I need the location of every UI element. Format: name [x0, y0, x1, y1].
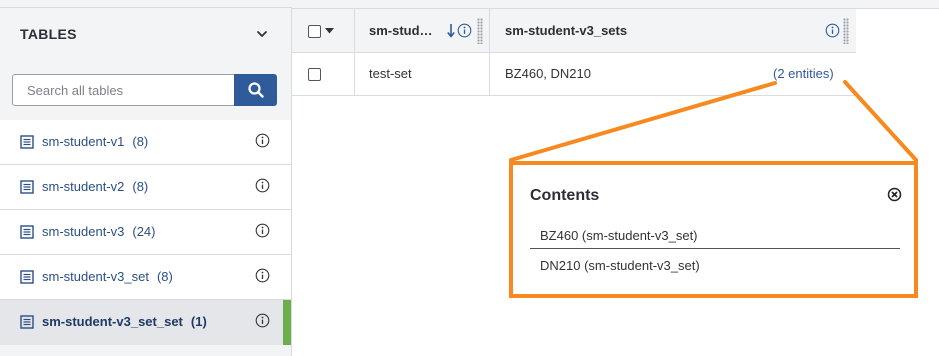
- table-count: (8): [156, 269, 173, 284]
- table-name: sm-student-v1: [42, 134, 125, 149]
- row-select-cell: [292, 53, 355, 95]
- info-icon[interactable]: [255, 268, 270, 283]
- sort-down-arrow-icon[interactable]: [447, 23, 455, 38]
- info-icon[interactable]: [255, 223, 270, 238]
- search-button[interactable]: [234, 74, 277, 106]
- tables-sidebar: TABLES sm-student-v1 (8): [0, 0, 292, 356]
- table-item-label: sm-student-v3_set_set (1): [42, 314, 207, 329]
- sidebar-header[interactable]: TABLES: [0, 8, 291, 60]
- info-icon[interactable]: [825, 23, 840, 38]
- select-all-column: [292, 9, 355, 53]
- sets-cell: BZ460, DN210 (2 entities): [490, 53, 856, 95]
- entities-link[interactable]: (2 entities): [773, 66, 834, 81]
- table-item-label: sm-student-v3 (24): [42, 224, 156, 239]
- caret-down-icon[interactable]: [325, 28, 334, 34]
- popup-list-item: BZ460 (sm-student-v3_set): [530, 221, 900, 249]
- table-icon: [20, 225, 34, 239]
- table-count: (8): [132, 179, 149, 194]
- select-all-checkbox[interactable]: [308, 25, 321, 38]
- table-item-label: sm-student-v1 (8): [42, 134, 148, 149]
- table-header: sm-stud… sm-student-v3_sets: [292, 9, 856, 53]
- table-name: sm-student-v3_set: [42, 269, 149, 284]
- table-name: sm-student-v3_set_set: [42, 314, 183, 329]
- info-icon[interactable]: [457, 23, 472, 38]
- column-header-label: sm-student-v3_sets: [505, 23, 628, 38]
- cell-value: BZ460, DN210: [505, 66, 591, 81]
- sidebar-title: TABLES: [20, 26, 77, 42]
- column-header[interactable]: sm-stud…: [355, 9, 490, 53]
- table-count: (24): [132, 224, 156, 239]
- close-circle-icon[interactable]: [887, 187, 902, 202]
- info-icon[interactable]: [255, 133, 270, 148]
- contents-popup: Contents BZ460 (sm-student-v3_set) DN210…: [509, 161, 918, 298]
- table-name: sm-student-v3: [42, 224, 125, 239]
- table-row[interactable]: test-set BZ460, DN210 (2 entities): [292, 53, 856, 96]
- search-input[interactable]: [12, 74, 235, 106]
- column-grip-icon[interactable]: [843, 18, 849, 44]
- column-header[interactable]: sm-student-v3_sets: [490, 9, 856, 53]
- table-item-active[interactable]: sm-student-v3_set_set (1): [0, 300, 291, 345]
- info-icon[interactable]: [255, 178, 270, 193]
- table-item-label: sm-student-v3_set (8): [42, 269, 173, 284]
- table-name: sm-student-v2: [42, 179, 125, 194]
- table-item-label: sm-student-v2 (8): [42, 179, 148, 194]
- column-grip-icon[interactable]: [477, 18, 483, 44]
- row-checkbox[interactable]: [308, 68, 321, 81]
- table-item[interactable]: sm-student-v2 (8): [0, 165, 291, 210]
- main-top-strip: [292, 0, 939, 9]
- table-item[interactable]: sm-student-v1 (8): [0, 120, 291, 165]
- cell-value: test-set: [369, 66, 412, 81]
- table-search: [12, 74, 277, 106]
- table-icon: [20, 270, 34, 284]
- table-count: (1): [190, 314, 207, 329]
- popup-list-item: DN210 (sm-student-v3_set): [540, 258, 700, 273]
- table-icon: [20, 180, 34, 194]
- chevron-down-icon[interactable]: [253, 25, 271, 43]
- search-icon: [247, 82, 264, 98]
- table-icon: [20, 315, 34, 329]
- active-indicator: [283, 300, 291, 345]
- table-list: sm-student-v1 (8) sm-student-v2 (8) sm-s…: [0, 120, 291, 345]
- table-icon: [20, 135, 34, 149]
- name-cell: test-set: [355, 53, 490, 95]
- info-icon[interactable]: [255, 313, 270, 328]
- table-count: (8): [132, 134, 149, 149]
- table-item[interactable]: sm-student-v3_set (8): [0, 255, 291, 300]
- column-header-label: sm-stud…: [369, 23, 433, 38]
- popup-title: Contents: [530, 187, 600, 204]
- table-item[interactable]: sm-student-v3 (24): [0, 210, 291, 255]
- sidebar-top-strip: [0, 0, 292, 8]
